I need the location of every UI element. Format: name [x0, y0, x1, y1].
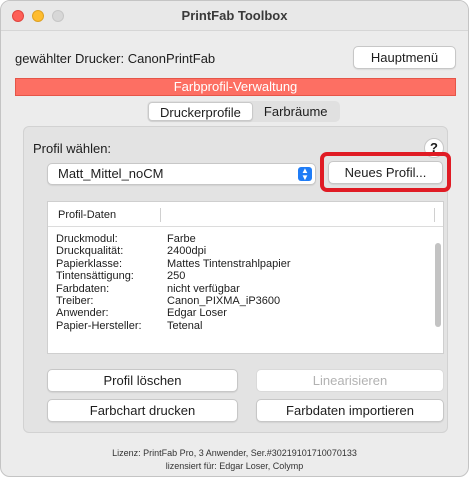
profile-select-label: Profil wählen: — [33, 141, 112, 156]
profile-data-table: Profil-Daten Druckmodul: Farbe Druckquali… — [47, 201, 444, 354]
tab-control: Druckerprofile Farbräume — [147, 101, 340, 122]
licensee-line: lizensiert für: Edgar Loser, Colymp — [165, 461, 304, 471]
column-header: Profil-Daten — [58, 209, 117, 221]
table-row: Druckqualität: 2400dpi — [56, 245, 207, 258]
table-header: Profil-Daten — [48, 202, 443, 227]
table-row: Tintensättigung: 250 — [56, 270, 186, 283]
section-banner: Farbprofil-Verwaltung — [15, 78, 456, 96]
column-divider — [160, 208, 161, 222]
table-row: Anwender: Edgar Loser — [56, 307, 227, 320]
table-row: Treiber: Canon_PIXMA_iP3600 — [56, 294, 281, 307]
table-scrollbar[interactable] — [435, 229, 441, 351]
profile-select[interactable]: Matt_Mittel_noCM ▲ ▼ — [47, 163, 316, 185]
column-divider — [434, 208, 435, 222]
tab-farbraeume[interactable]: Farbräume — [253, 102, 339, 121]
table-row: Farbdaten: nicht verfügbar — [56, 282, 240, 295]
new-profile-button[interactable]: Neues Profil... — [328, 161, 443, 184]
table-row: Papier-Hersteller: Tetenal — [56, 319, 203, 332]
license-footer: Lizenz: PrintFab Pro, 3 Anwender, Ser.#3… — [1, 447, 468, 473]
chevron-updown-icon: ▲ ▼ — [298, 167, 312, 182]
selected-printer-label: gewählter Drucker: CanonPrintFab — [15, 51, 216, 66]
print-color-chart-button[interactable]: Farbchart drucken — [47, 399, 238, 422]
table-row: Druckmodul: Farbe — [56, 233, 196, 245]
license-line: Lizenz: PrintFab Pro, 3 Anwender, Ser.#3… — [112, 448, 357, 458]
import-color-data-button[interactable]: Farbdaten importieren — [256, 399, 444, 422]
main-menu-button[interactable]: Hauptmenü — [353, 46, 456, 69]
scrollbar-thumb[interactable] — [435, 243, 441, 327]
profile-select-value: Matt_Mittel_noCM — [58, 166, 164, 181]
title-bar: PrintFab Toolbox — [1, 1, 468, 31]
app-window: PrintFab Toolbox gewählter Drucker: Cano… — [0, 0, 469, 477]
linearize-button[interactable]: Linearisieren — [256, 369, 444, 392]
tab-druckerprofile[interactable]: Druckerprofile — [148, 102, 253, 121]
window-title: PrintFab Toolbox — [181, 8, 288, 23]
delete-profile-button[interactable]: Profil löschen — [47, 369, 238, 392]
table-row: Papierklasse: Mattes Tintenstrahlpapier — [56, 257, 291, 270]
table-rows: Druckmodul: Farbe Druckqualität: 2400dpi P… — [56, 229, 434, 332]
